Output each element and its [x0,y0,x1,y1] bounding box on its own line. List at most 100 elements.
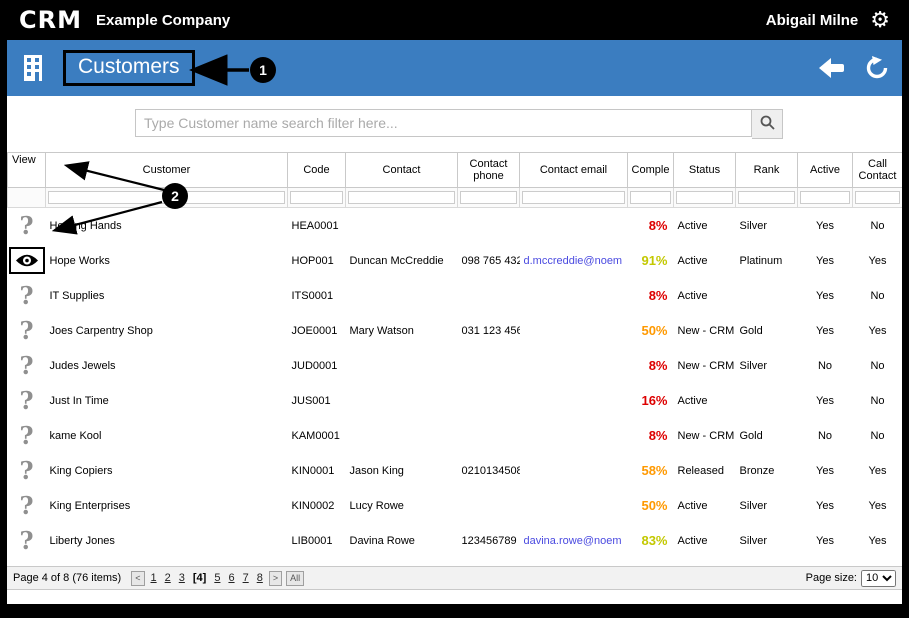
cell-pct: 8% [648,428,668,443]
refresh-icon[interactable] [864,55,890,81]
pager-pages: 1 2 3 [4] 5 6 7 8 [147,572,267,584]
pager-page-link[interactable]: 7 [243,572,249,584]
column-header-call-contact[interactable]: Call Contact [852,152,902,188]
app-window: CRM Example Company Abigail Milne ⚙ Cust… [7,0,902,604]
cell-rank: Silver [739,219,768,232]
cell-contact: Mary Watson [349,324,414,337]
filter-input[interactable] [676,190,733,204]
pager-page-link[interactable]: 5 [214,572,220,584]
cell-active: No [817,429,833,442]
pager-page-link[interactable]: 3 [179,572,185,584]
pager-all-button[interactable]: All [286,570,305,586]
filter-input[interactable] [855,190,900,204]
cell-status: Active [677,289,708,302]
cell-email [520,208,628,244]
pager-page-link[interactable]: 2 [165,572,171,584]
outer-frame: CRM Example Company Abigail Milne ⚙ Cust… [0,0,909,618]
pager-next-button[interactable]: > [268,570,283,586]
cell-code: HOP001 [291,254,334,267]
customers-table: View Customer Code Contact Contact phone Cont… [7,152,902,558]
filter-input[interactable] [630,190,671,204]
gear-icon[interactable]: ⚙ [870,9,890,31]
table-row: ? Judes Jewels JUD0001 8% New - CRM Silver No N… [8,348,903,383]
question-icon[interactable]: ? [19,318,33,343]
column-header-code[interactable]: Code [287,152,346,188]
question-icon[interactable]: ? [19,388,33,413]
pager-page-link[interactable]: 1 [151,572,157,584]
filter-input[interactable] [290,190,343,204]
user-name[interactable]: Abigail Milne [766,12,859,29]
content-area: ViewCustomerCodeContactContact phoneCont… [7,96,902,604]
cell-status: Active [677,219,708,232]
question-icon[interactable]: ? [19,493,33,518]
question-icon[interactable]: ? [19,458,33,483]
cell-email [520,348,628,383]
eye-icon[interactable] [8,247,45,274]
cell-email [520,453,628,488]
cell-contact [346,278,458,313]
column-header-status[interactable]: Status [673,152,736,188]
filter-input[interactable] [800,190,850,204]
question-icon[interactable]: ? [19,283,33,308]
cell-status: Active [677,254,708,267]
cell-phone [458,488,520,523]
search-button[interactable] [752,109,783,139]
cell-pct: 8% [648,218,668,233]
filter-input[interactable] [460,190,517,204]
pager-page-current[interactable]: [4] [193,572,206,584]
column-header-contact-phone[interactable]: Contact phone [457,152,520,188]
question-icon[interactable]: ? [19,423,33,448]
column-header-contact-email[interactable]: Contact email [519,152,628,188]
header-nav [818,55,890,81]
page-size-select[interactable]: 10 [861,569,896,587]
cell-email [520,488,628,523]
pager-page-link[interactable]: 8 [257,572,263,584]
cell-call: Yes [868,499,887,512]
cell-customer: Joes Carpentry Shop [49,324,153,337]
top-bar: CRM Example Company Abigail Milne ⚙ [7,0,902,40]
filter-input[interactable] [348,190,455,204]
pager-page-link[interactable]: 6 [228,572,234,584]
cell-call: Yes [868,534,887,547]
search-input[interactable] [135,109,752,137]
filter-row [7,187,902,208]
cell-rank [736,278,798,313]
cell-email[interactable]: d.mccreddie@noem [520,243,628,278]
cell-call: No [870,219,885,232]
cell-pct: 58% [641,463,668,478]
annotation-step-2-badge: 2 [162,183,188,209]
cell-pct: 8% [648,288,668,303]
cell-contact: Jason King [349,464,404,477]
cell-call: Yes [868,254,887,267]
building-icon[interactable] [19,53,47,83]
cell-rank: Platinum [739,254,783,267]
column-header-contact[interactable]: Contact [345,152,458,188]
column-header-view[interactable]: View [7,152,46,188]
cell-customer: kame Kool [49,429,102,442]
cell-code: JUD0001 [291,359,338,372]
cell-code: ITS0001 [291,289,334,302]
cell-phone [458,418,520,453]
cell-pct: 16% [641,393,668,408]
cell-active: Yes [816,394,834,407]
column-header-comple[interactable]: Comple [627,152,674,188]
pager-prev-button[interactable]: < [131,570,145,586]
cell-email [520,278,628,313]
cell-email[interactable]: davina.rowe@noem [520,523,628,558]
filter-input[interactable] [738,190,795,204]
crm-logo: CRM [19,6,82,34]
column-header-rank[interactable]: Rank [735,152,798,188]
cell-code: KAM0001 [291,429,340,442]
filter-input[interactable] [522,190,625,204]
question-icon[interactable]: ? [19,528,33,553]
question-icon[interactable]: ? [19,353,33,378]
column-header-active[interactable]: Active [797,152,853,188]
column-header-customer[interactable]: Customer [45,152,288,188]
question-icon[interactable]: ? [19,213,33,238]
cell-email [520,418,628,453]
page-size-label: Page size: [805,572,857,584]
cell-active: Yes [816,499,834,512]
table-row: ? King Copiers KIN0001 Jason King 0210134508… [8,453,903,488]
cell-pct: 91% [641,253,668,268]
back-arrow-icon[interactable] [818,57,846,79]
